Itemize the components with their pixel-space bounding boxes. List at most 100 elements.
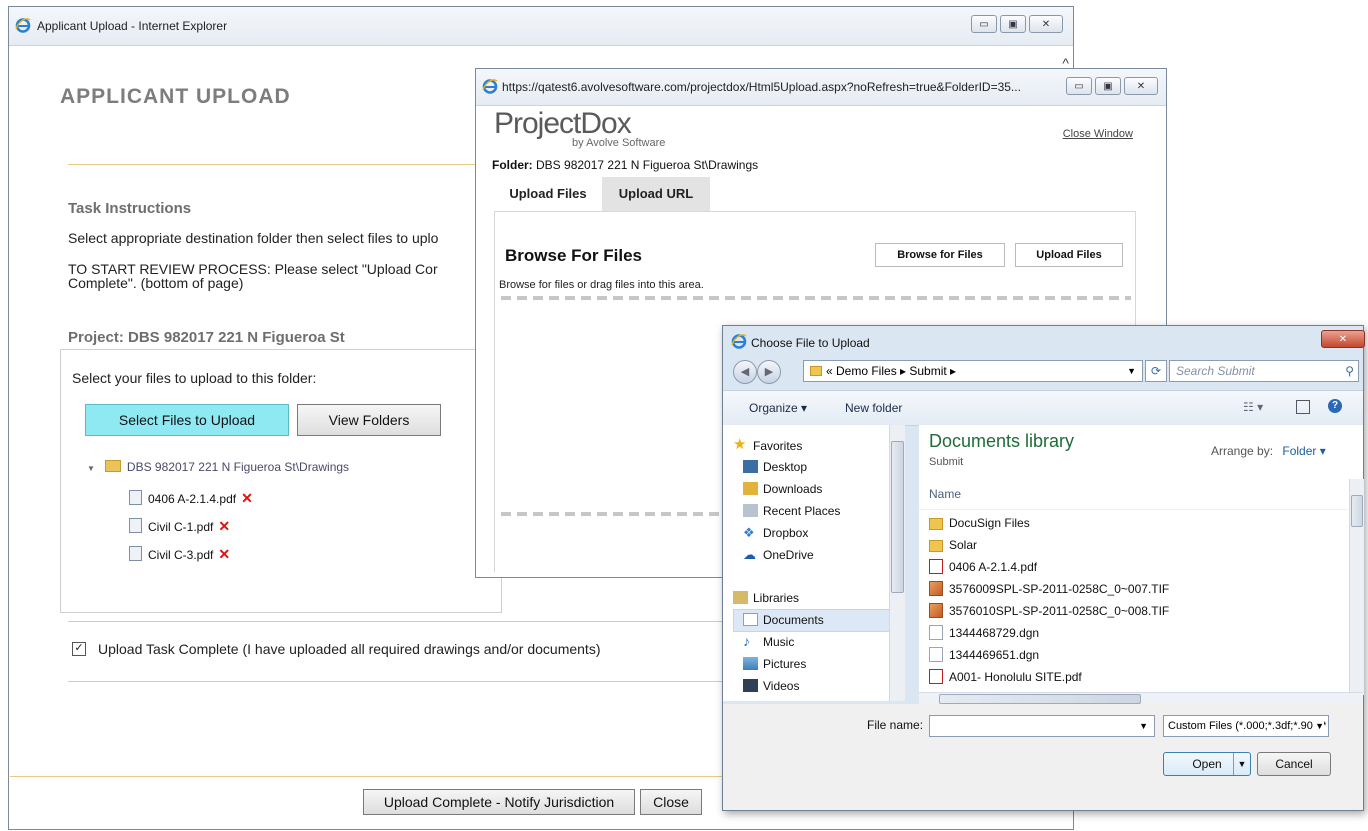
nav-label: Music bbox=[763, 635, 795, 649]
nav-scroll-thumb[interactable] bbox=[891, 441, 904, 593]
select-files-button[interactable]: Select Files to Upload bbox=[85, 404, 289, 436]
maximize-button[interactable]: ▣ bbox=[1095, 77, 1121, 95]
close-window-button[interactable]: ✕ bbox=[1029, 15, 1063, 33]
tab-upload-url[interactable]: Upload URL bbox=[602, 177, 710, 211]
folder-icon bbox=[929, 540, 943, 552]
view-options-icon[interactable]: ☷ ▾ bbox=[1243, 400, 1263, 414]
minimize-button[interactable]: ▭ bbox=[971, 15, 997, 33]
arrange-by[interactable]: Arrange by: Folder ▾ bbox=[1211, 444, 1326, 458]
tab-upload-files[interactable]: Upload Files bbox=[494, 177, 602, 211]
back-arrow-icon[interactable]: ◀ bbox=[733, 360, 757, 384]
drag-hint: Browse for files or drag files into this… bbox=[499, 279, 704, 291]
tree-expand-icon[interactable]: ▼ bbox=[87, 464, 95, 473]
nav-favorites[interactable]: ★ Favorites bbox=[733, 435, 802, 457]
cancel-button[interactable]: Cancel bbox=[1257, 752, 1331, 776]
minimize-button[interactable]: ▭ bbox=[1066, 77, 1092, 95]
open-button[interactable]: Open ▼ bbox=[1163, 752, 1251, 776]
file-list-item[interactable]: 3576010SPL-SP-2011-0258C_0~008.TIF bbox=[929, 601, 1169, 622]
upload-files-button[interactable]: Upload Files bbox=[1015, 243, 1123, 267]
project-heading: Project: DBS 982017 221 N Figueroa St bbox=[68, 329, 345, 346]
uploaded-file-row: 0406 A-2.1.4.pdf ✕ bbox=[129, 490, 253, 507]
preview-pane-icon[interactable] bbox=[1296, 400, 1310, 414]
pdf-file-icon bbox=[929, 559, 943, 574]
nav-dropbox[interactable]: ❖ Dropbox bbox=[743, 522, 808, 544]
file-list-scrollbar[interactable] bbox=[1349, 479, 1364, 695]
file-list-pane: Documents library Submit Arrange by: Fol… bbox=[919, 425, 1364, 701]
folder-tree-node[interactable]: ▼ DBS 982017 221 N Figueroa St\Drawings bbox=[87, 460, 349, 474]
main-window-titlebar[interactable]: Applicant Upload - Internet Explorer ▭ ▣… bbox=[9, 7, 1073, 46]
browse-for-files-button[interactable]: Browse for Files bbox=[875, 243, 1005, 267]
file-list-item[interactable]: 1344469651.dgn bbox=[929, 645, 1039, 666]
nav-recent-places[interactable]: Recent Places bbox=[743, 500, 840, 522]
file-name-dropdown-icon[interactable]: ▼ bbox=[1139, 716, 1148, 736]
forward-arrow-icon[interactable]: ▶ bbox=[757, 360, 781, 384]
folder-icon bbox=[104, 460, 121, 472]
file-list-item[interactable]: 3576009SPL-SP-2011-0258C_0~007.TIF bbox=[929, 579, 1169, 600]
nav-label: Desktop bbox=[763, 460, 808, 474]
refresh-icon[interactable]: ⟳ bbox=[1145, 360, 1167, 382]
file-list-item[interactable]: 0406 A-2.1.4.pdf bbox=[929, 557, 1037, 578]
maximize-button[interactable]: ▣ bbox=[1000, 15, 1026, 33]
folder-name: DBS 982017 221 N Figueroa St\Drawings bbox=[126, 460, 350, 474]
close-window-link[interactable]: Close Window bbox=[1063, 128, 1133, 140]
nav-downloads[interactable]: Downloads bbox=[743, 478, 822, 500]
main-window-title: Applicant Upload - Internet Explorer bbox=[37, 19, 228, 33]
dialog-footer: File name: ▼ Custom Files (*.000;*.3df;*… bbox=[723, 704, 1363, 810]
nav-desktop[interactable]: Desktop bbox=[743, 456, 808, 478]
nav-pictures[interactable]: Pictures bbox=[743, 653, 806, 675]
horizontal-scroll-thumb[interactable] bbox=[939, 694, 1141, 704]
libraries-icon bbox=[733, 591, 748, 604]
file-name-input[interactable]: ▼ bbox=[929, 715, 1155, 737]
organize-menu[interactable]: Organize ▾ bbox=[749, 401, 807, 415]
projectdox-url: https://qatest6.avolvesoftware.com/proje… bbox=[502, 80, 1021, 94]
projectdox-logo-text: ProjectDox bbox=[494, 107, 632, 140]
nav-music[interactable]: ♪ Music bbox=[743, 631, 795, 653]
task-instructions-heading: Task Instructions bbox=[68, 200, 192, 217]
file-type-filter[interactable]: Custom Files (*.000;*.3df;*.906;* ▼ bbox=[1163, 715, 1329, 737]
name-column-header[interactable]: Name bbox=[929, 487, 961, 501]
search-input[interactable]: Search Submit ⚲ bbox=[1169, 360, 1359, 382]
nav-libraries[interactable]: Libraries bbox=[733, 587, 799, 609]
file-list-item[interactable]: 1344468729.dgn bbox=[929, 623, 1039, 644]
close-button[interactable]: Close bbox=[640, 789, 702, 815]
folder-path-value: DBS 982017 221 N Figueroa St\Drawings bbox=[536, 158, 759, 172]
address-breadcrumb: « Demo Files ▸ Submit ▸ bbox=[826, 364, 957, 378]
remove-file-icon[interactable]: ✕ bbox=[241, 490, 253, 506]
open-dropdown-icon[interactable]: ▼ bbox=[1233, 753, 1250, 775]
nav-label: OneDrive bbox=[763, 548, 814, 562]
remove-file-icon[interactable]: ✕ bbox=[218, 518, 230, 534]
search-icon[interactable]: ⚲ bbox=[1345, 361, 1354, 381]
view-folders-button[interactable]: View Folders bbox=[297, 404, 441, 436]
image-file-icon bbox=[929, 581, 943, 596]
arrange-by-value[interactable]: Folder ▾ bbox=[1282, 444, 1325, 458]
address-bar[interactable]: « Demo Files ▸ Submit ▸ ▼ bbox=[803, 360, 1143, 382]
file-type-filter-value: Custom Files (*.000;*.3df;*.906;* bbox=[1168, 720, 1327, 732]
nav-documents[interactable]: Documents bbox=[743, 609, 824, 631]
address-dropdown-icon[interactable]: ▼ bbox=[1127, 361, 1136, 381]
new-folder-button[interactable]: New folder bbox=[845, 401, 902, 415]
file-list-item[interactable]: Solar bbox=[929, 535, 977, 556]
nav-videos[interactable]: Videos bbox=[743, 675, 799, 697]
notify-jurisdiction-button[interactable]: Upload Complete - Notify Jurisdiction bbox=[363, 789, 635, 815]
header-divider bbox=[919, 509, 1349, 510]
projectdox-titlebar[interactable]: https://qatest6.avolvesoftware.com/proje… bbox=[476, 69, 1166, 106]
dialog-titlebar[interactable]: Choose File to Upload ✕ bbox=[723, 326, 1365, 356]
filter-dropdown-icon[interactable]: ▼ bbox=[1313, 716, 1324, 736]
file-scroll-thumb[interactable] bbox=[1351, 495, 1363, 527]
instruction-text-2: TO START REVIEW PROCESS: Please select "… bbox=[68, 262, 438, 290]
close-window-button[interactable]: ✕ bbox=[1124, 77, 1158, 95]
nav-onedrive[interactable]: ☁ OneDrive bbox=[743, 544, 814, 566]
upload-complete-checkbox[interactable]: ✓ bbox=[72, 642, 86, 656]
favorites-star-icon: ★ bbox=[733, 436, 747, 453]
back-forward-buttons[interactable]: ◀ ▶ bbox=[733, 360, 781, 384]
library-subtitle: Submit bbox=[929, 456, 964, 468]
nav-label: Documents bbox=[763, 613, 824, 627]
help-icon[interactable]: ? bbox=[1328, 399, 1342, 413]
close-dialog-button[interactable]: ✕ bbox=[1321, 330, 1365, 348]
uploaded-file-row: Civil C-3.pdf ✕ bbox=[129, 546, 230, 563]
remove-file-icon[interactable]: ✕ bbox=[218, 546, 230, 562]
nav-scrollbar[interactable] bbox=[889, 425, 905, 701]
file-list-item[interactable]: A001- Honolulu SITE.pdf bbox=[929, 667, 1082, 688]
file-list-item[interactable]: DocuSign Files bbox=[929, 513, 1030, 534]
desktop-icon bbox=[743, 460, 758, 473]
